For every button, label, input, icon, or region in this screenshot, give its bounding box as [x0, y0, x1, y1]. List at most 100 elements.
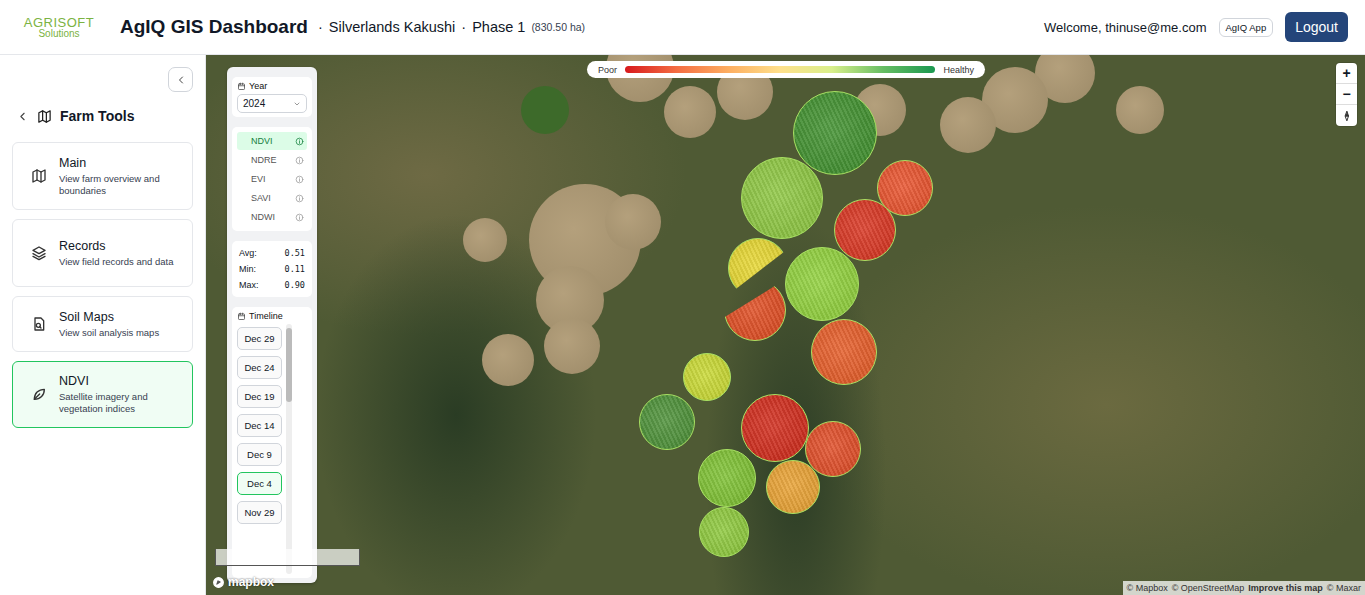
field-pivot[interactable]: [793, 91, 877, 175]
legend-gradient: [625, 66, 935, 73]
item-text: Soil MapsView soil analysis maps: [59, 310, 159, 339]
item-text: RecordsView field records and data: [59, 239, 173, 268]
field-pivot[interactable]: [741, 157, 823, 239]
attribution-item: © Maxar: [1327, 583, 1361, 593]
index-label: SAVI: [251, 193, 271, 203]
separator: ·: [461, 19, 466, 35]
zoom-controls: +−: [1336, 63, 1357, 126]
attribution-item[interactable]: Improve this map: [1248, 583, 1323, 593]
sidebar-item[interactable]: RecordsView field records and data: [12, 219, 193, 287]
map-icon: [37, 109, 52, 124]
pivot: [940, 97, 996, 153]
map-view[interactable]: PoorHealthy Year 2024 NDVI NDREEVI SAVI NDWI Av…: [206, 55, 1365, 595]
index-button[interactable]: NDWI: [237, 208, 307, 226]
field-pivot[interactable]: [766, 460, 820, 514]
date-button[interactable]: Dec 14: [237, 414, 282, 437]
separator: ·: [318, 19, 323, 35]
mapbox-icon: [212, 576, 225, 589]
stat-label: Max:: [239, 280, 259, 290]
collapse-button[interactable]: [168, 67, 193, 92]
pivot: [544, 318, 600, 374]
soil-map-icon: [31, 316, 47, 332]
scale-bar: [215, 549, 360, 566]
item-description: Satellite imagery and vegetation indices: [59, 391, 182, 415]
field-pivot[interactable]: [834, 199, 896, 261]
item-text: NDVI Satellite imagery and vegetation ind…: [59, 374, 182, 415]
year-value: 2024: [243, 98, 265, 109]
date-button[interactable]: Dec 19: [237, 385, 282, 408]
date-button[interactable]: Dec 4: [237, 472, 282, 495]
stat-value: 0.90: [285, 280, 305, 290]
year-section: Year 2024: [232, 77, 312, 117]
item-title: Main: [59, 156, 182, 170]
year-select[interactable]: 2024: [237, 94, 307, 113]
chevron-left-icon: [16, 110, 29, 123]
item-title: NDVI: [59, 374, 182, 388]
date-button[interactable]: Dec 9: [237, 443, 282, 466]
timeline-section: TimelineDec 29Dec 24Dec 19Dec 14Dec 9Dec…: [232, 307, 312, 578]
field-pivot[interactable]: [811, 319, 877, 385]
timeline-label: Timeline: [237, 311, 307, 321]
farm-info: ·Silverlands Kakushi·Phase 1(830.50 ha): [318, 19, 585, 35]
farm-tools-title: Farm Tools: [60, 108, 134, 124]
logout-button[interactable]: Logout: [1285, 12, 1348, 42]
index-button[interactable]: SAVI: [237, 189, 307, 207]
item-description: View farm overview and boundaries: [59, 173, 182, 197]
mapbox-logo[interactable]: mapbox: [212, 575, 274, 589]
pivot: [1116, 86, 1164, 134]
stat-label: Min:: [239, 264, 256, 274]
attribution: © Mapbox© OpenStreetMapImprove this map©…: [1123, 581, 1365, 595]
index-button[interactable]: EVI: [237, 170, 307, 188]
index-section: NDVI NDREEVI SAVI NDWI: [232, 127, 312, 231]
leaf-icon: [31, 386, 47, 402]
field-pivot[interactable]: [699, 507, 749, 557]
sidebar-item[interactable]: Soil MapsView soil analysis maps: [12, 296, 193, 352]
ndvi-legend: PoorHealthy: [587, 61, 985, 78]
year-label-text: Year: [249, 81, 267, 91]
field-pivot[interactable]: [728, 238, 788, 298]
calendar-icon: [237, 82, 246, 91]
sidebar-item[interactable]: NDVI Satellite imagery and vegetation ind…: [12, 361, 193, 428]
farm-tools-heading[interactable]: Farm Tools: [16, 108, 193, 124]
legend-poor: Poor: [598, 65, 617, 75]
date-button[interactable]: Dec 29: [237, 327, 282, 350]
date-button[interactable]: Dec 24: [237, 356, 282, 379]
field-pivot[interactable]: [724, 279, 786, 341]
field-pivot[interactable]: [698, 449, 756, 507]
sidebar-item[interactable]: Main View farm overview and boundaries: [12, 142, 193, 210]
index-label: NDVI: [251, 136, 273, 146]
zoom-out-button[interactable]: −: [1336, 84, 1357, 105]
timeline-scrollbar[interactable]: [286, 324, 292, 574]
header: AGRISOFTSolutions AgIQ GIS Dashboard · Silv…: [0, 0, 1365, 55]
field-pivot[interactable]: [741, 394, 809, 462]
app-title: AgIQ GIS Dashboard: [120, 16, 308, 38]
tool-list: Main View farm overview and boundaries Rec…: [12, 142, 193, 428]
timeline-list: Dec 29 Dec 24 Dec 19 Dec 14 Dec 9 Dec 4 Nov 29: [237, 324, 307, 574]
agrisoft-logo[interactable]: AGRISOFTSolutions: [18, 16, 100, 39]
stat-row: Min: 0.11: [237, 261, 307, 277]
farm-name: Silverlands Kakushi: [329, 19, 456, 35]
sidebar: Farm Tools Main View farm overview and bou…: [0, 55, 206, 595]
stat-value: 0.51: [285, 248, 305, 258]
field-pivot[interactable]: [683, 353, 731, 401]
stat-value: 0.11: [285, 264, 305, 274]
logo-sub: Solutions: [38, 29, 79, 39]
layers-icon: [31, 245, 47, 261]
index-button[interactable]: NDVI: [237, 132, 307, 150]
stat-row: Avg:0.51: [237, 245, 307, 261]
app-badge[interactable]: AgIQ App: [1219, 18, 1274, 37]
item-title: Soil Maps: [59, 310, 159, 324]
calendar-icon: [237, 312, 246, 321]
field-pivot[interactable]: [639, 394, 695, 450]
zoom-in-button[interactable]: +: [1336, 63, 1357, 84]
date-button[interactable]: Nov 29: [237, 501, 282, 524]
index-button[interactable]: NDRE: [237, 151, 307, 169]
compass-button[interactable]: [1336, 105, 1357, 126]
date-list: Dec 29 Dec 24 Dec 19 Dec 14 Dec 9 Dec 4 Nov 29: [237, 324, 282, 574]
control-panel: Year 2024 NDVI NDREEVI SAVI NDWI Avg:0.51 Min: 0…: [227, 67, 317, 583]
mapbox-text: mapbox: [228, 575, 274, 589]
scroll-thumb[interactable]: [286, 328, 292, 402]
chevron-left-icon: [175, 74, 187, 86]
field-pivot[interactable]: [785, 247, 859, 321]
attribution-item: © Mapbox: [1127, 583, 1168, 593]
